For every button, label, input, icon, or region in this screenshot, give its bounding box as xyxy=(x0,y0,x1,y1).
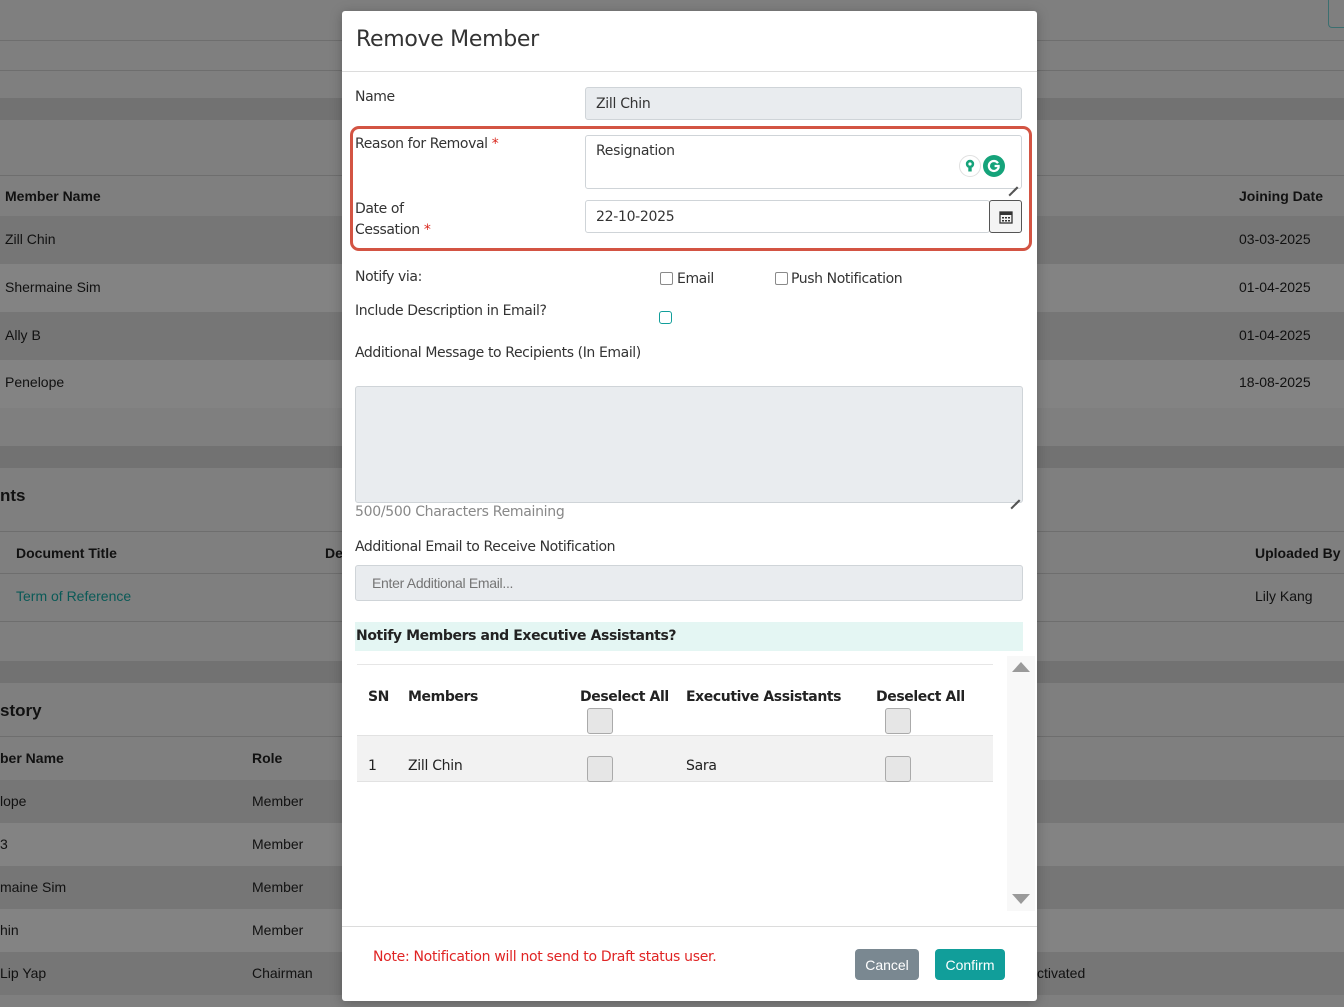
bg-uploaded-by: Lily Kang xyxy=(1255,588,1313,604)
deselect-all-members-checkbox[interactable] xyxy=(587,708,613,734)
bg-header-member-name: Member Name xyxy=(5,188,101,204)
col-sn: SN xyxy=(368,689,389,705)
deselect-all-assistants-checkbox[interactable] xyxy=(885,708,911,734)
email-checkbox[interactable] xyxy=(660,272,673,285)
additional-email-input[interactable] xyxy=(355,565,1023,601)
name-label: Name xyxy=(355,89,395,105)
top-right-button[interactable] xyxy=(1328,0,1344,28)
member-checkbox[interactable] xyxy=(587,756,613,782)
divider xyxy=(342,71,1037,72)
include-desc-checkbox[interactable] xyxy=(659,311,672,324)
row-member-name: Zill Chin xyxy=(408,758,463,774)
bg-member-name: Ally B xyxy=(5,327,41,343)
bg-history-role: Member xyxy=(252,836,304,852)
calendar-icon xyxy=(998,210,1013,224)
bg-header-member-name: ber Name xyxy=(0,750,64,766)
bg-member-name: Penelope xyxy=(5,374,65,390)
row-assistant-name: Sara xyxy=(686,758,717,774)
col-members: Members xyxy=(408,689,478,705)
bg-history-name: 3 xyxy=(0,836,8,852)
bg-history-role: Member xyxy=(252,879,304,895)
bg-history-heading: story xyxy=(0,701,42,720)
bg-header-role: Role xyxy=(252,750,283,766)
notify-members-heading-bar: Notify Members and Executive Assistants? xyxy=(355,622,1023,651)
resize-handle-icon[interactable] xyxy=(1010,490,1020,500)
draft-status-note: Note: Notification will not send to Draf… xyxy=(373,949,717,965)
bg-header-document-title: Document Title xyxy=(16,545,117,561)
date-input[interactable]: 22-10-2025 xyxy=(585,200,990,233)
bg-history-status: ctivated xyxy=(1037,965,1086,981)
scroll-down-icon[interactable] xyxy=(1012,894,1030,904)
name-field: Zill Chin xyxy=(585,87,1022,120)
divider xyxy=(342,926,1037,927)
push-notification-checkbox[interactable] xyxy=(775,272,788,285)
bg-joining-date: 03-03-2025 xyxy=(1239,231,1311,247)
col-deselect-assistants: Deselect All xyxy=(876,689,965,705)
bg-history-name: Lip Yap xyxy=(0,965,47,981)
bg-history-name: maine Sim xyxy=(0,879,67,895)
bg-history-name: hin xyxy=(0,922,19,938)
col-executive-assistants: Executive Assistants xyxy=(686,689,842,705)
table-scrollbar[interactable] xyxy=(1007,656,1035,911)
bg-history-name: lope xyxy=(0,793,27,809)
name-value: Zill Chin xyxy=(596,95,651,112)
calendar-button[interactable] xyxy=(989,200,1022,233)
reason-value: Resignation xyxy=(596,143,675,159)
date-value: 22-10-2025 xyxy=(596,208,675,225)
bg-header-uploaded-by: Uploaded By xyxy=(1255,545,1341,561)
notify-label: Notify via: xyxy=(355,269,422,285)
bg-history-role: Chairman xyxy=(252,965,313,981)
push-option-label: Push Notification xyxy=(791,271,903,287)
additional-message-label: Additional Message to Recipients (In Ema… xyxy=(355,345,641,361)
include-desc-label: Include Description in Email? xyxy=(355,303,547,319)
bg-header-joining-date: Joining Date xyxy=(1239,188,1324,204)
notify-members-heading: Notify Members and Executive Assistants? xyxy=(356,628,677,644)
bg-header-description: De xyxy=(325,545,343,561)
bg-joining-date: 18-08-2025 xyxy=(1239,374,1311,390)
resize-handle-icon[interactable] xyxy=(1008,177,1018,187)
bg-document-link[interactable]: Term of Reference xyxy=(16,588,131,604)
required-mark: * xyxy=(491,136,499,152)
bg-history-role: Member xyxy=(252,922,304,938)
reason-label: Reason for Removal * xyxy=(355,136,499,152)
cancel-button[interactable]: Cancel xyxy=(855,949,919,980)
reason-textarea[interactable]: Resignation xyxy=(585,135,1022,189)
grammarly-icon[interactable] xyxy=(983,155,1005,177)
characters-remaining: 500/500 Characters Remaining xyxy=(355,504,565,520)
scroll-up-icon[interactable] xyxy=(1012,662,1030,672)
lightbulb-icon[interactable] xyxy=(959,155,981,177)
row-sn: 1 xyxy=(368,758,377,774)
remove-member-modal: Remove Member Name Zill Chin Reason for … xyxy=(342,11,1037,1001)
bg-member-name: Shermaine Sim xyxy=(5,279,101,295)
email-option-label: Email xyxy=(677,271,714,287)
additional-email-label: Additional Email to Receive Notification xyxy=(355,539,616,555)
notify-members-table: SN Members Deselect All Executive Assist… xyxy=(357,656,1037,916)
confirm-button[interactable]: Confirm xyxy=(935,949,1005,980)
bg-history-role: Member xyxy=(252,793,304,809)
required-mark: * xyxy=(423,222,431,238)
date-label-line2: Cessation * xyxy=(355,222,431,238)
additional-message-textarea[interactable] xyxy=(355,386,1023,503)
bg-joining-date: 01-04-2025 xyxy=(1239,327,1311,343)
bg-joining-date: 01-04-2025 xyxy=(1239,279,1311,295)
grammarly-widget[interactable] xyxy=(959,155,1005,177)
assistant-checkbox[interactable] xyxy=(885,756,911,782)
modal-title: Remove Member xyxy=(356,27,539,52)
date-label-line1: Date of xyxy=(355,201,404,217)
bg-documents-heading: nts xyxy=(0,486,26,505)
bg-member-name: Zill Chin xyxy=(5,231,56,247)
col-deselect-members: Deselect All xyxy=(580,689,669,705)
